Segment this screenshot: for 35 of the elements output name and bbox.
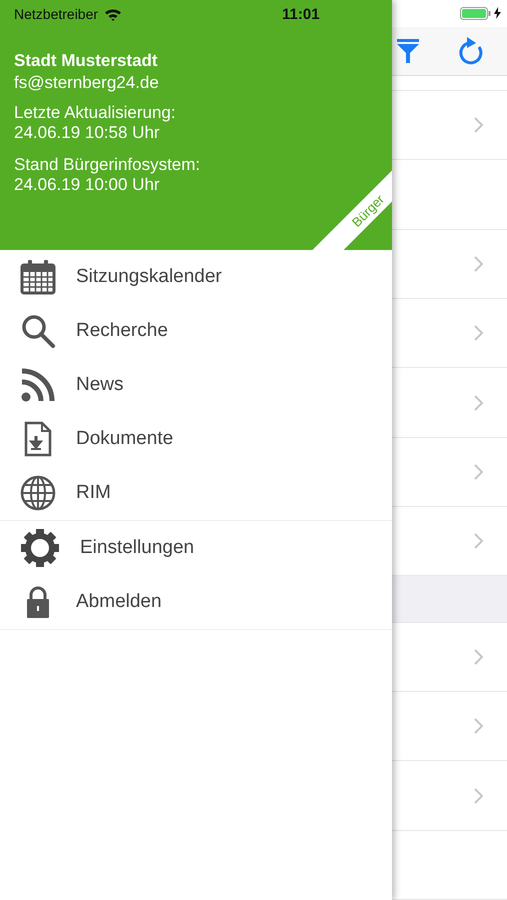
globe-icon [20, 475, 56, 511]
settings-icon [20, 528, 60, 568]
menu-item[interactable]: Dokumente [0, 412, 392, 466]
menu-item[interactable]: Sitzungskalender [0, 250, 392, 304]
chevron-icon [474, 325, 483, 342]
chevron-icon [474, 394, 483, 410]
menu-item[interactable]: News [0, 358, 392, 412]
account-name: Stadt Musterstadt [14, 51, 159, 71]
last-update-label: Letzte Aktualisierung: [14, 103, 177, 123]
refresh-button[interactable] [459, 36, 485, 65]
calendar-icon [20, 259, 56, 295]
list-row[interactable] [392, 438, 507, 507]
chevron-icon [474, 256, 483, 272]
chevron-icon [474, 464, 483, 480]
chevron-icon [474, 533, 483, 550]
chevron-icon [474, 788, 483, 804]
search-icon [20, 313, 56, 349]
status-time: 11:01 [282, 6, 320, 22]
wifi-icon [104, 8, 122, 20]
menu-item[interactable]: Abmelden [0, 575, 392, 629]
menu-item[interactable]: Einstellungen [0, 521, 392, 575]
system-status-value: 24.06.19 10:00 Uhr [14, 175, 161, 195]
carrier-name: Netzbetreiber [14, 6, 98, 22]
filter-button[interactable] [397, 38, 419, 63]
account-email: fs@sternberg24.de [14, 73, 160, 93]
list-row[interactable] [392, 830, 507, 900]
last-update-value: 24.06.19 10:58 Uhr [14, 123, 161, 143]
menu-item[interactable]: Recherche [0, 304, 392, 358]
chevron-icon [474, 648, 483, 665]
menu-item[interactable]: RIM [0, 466, 392, 520]
chevron-icon [474, 718, 483, 734]
chevron-icon [474, 117, 483, 134]
feed-icon [20, 367, 56, 403]
system-status-label: Stand Bürgerinfosystem: [14, 155, 202, 175]
battery-icon [460, 6, 492, 20]
